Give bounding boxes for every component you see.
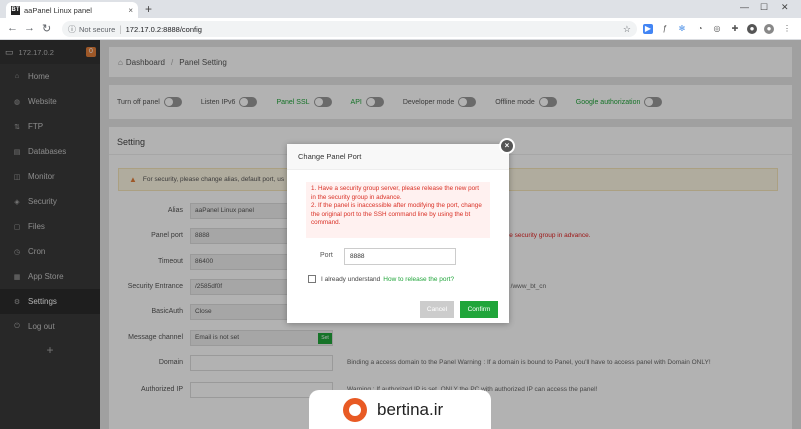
browser-tab-bar: BT aaPanel Linux panel × + — ☐ ✕ (0, 0, 801, 18)
dialog-warning-text: 1. Have a security group server, please … (311, 185, 482, 227)
change-port-dialog: Change Panel Port × 1. Have a security g… (287, 138, 515, 323)
tab-close-icon[interactable]: × (128, 6, 133, 15)
dialog-warning: 1. Have a security group server, please … (306, 182, 490, 238)
extension-icon-1[interactable]: ▶ (643, 24, 653, 34)
understand-checkbox[interactable] (308, 275, 316, 283)
port-row: Port 8888 (287, 248, 509, 265)
not-secure-label: Not secure (79, 24, 116, 34)
browser-menu-icon[interactable]: ⋮ (782, 24, 792, 34)
release-port-link[interactable]: How to release the port? (383, 276, 454, 283)
omnibox-divider: | (119, 24, 122, 34)
close-window-icon[interactable]: ✕ (781, 2, 789, 13)
watermark-text: bertina.ir (377, 399, 444, 419)
confirm-button[interactable]: Confirm (460, 301, 498, 318)
profile-icon-2[interactable]: ● (764, 24, 774, 34)
reload-icon[interactable]: ↻ (42, 22, 51, 35)
tab-title: aaPanel Linux panel (24, 5, 92, 15)
watermark-banner: bertina.ir (309, 390, 491, 429)
port-label: Port (320, 252, 333, 259)
cancel-button[interactable]: Cancel (420, 301, 454, 318)
understand-row: I already understand How to release the … (308, 275, 454, 283)
new-tab-button[interactable]: + (145, 2, 152, 16)
info-icon[interactable]: ⓘ (68, 24, 76, 35)
extension-icon-5[interactable]: ◎ (712, 24, 722, 34)
forward-icon[interactable]: → (24, 22, 35, 34)
bertina-logo-icon (343, 397, 367, 422)
extension-icon-3[interactable]: ✻ (677, 24, 687, 34)
extension-icon-4[interactable]: ◔ (695, 24, 705, 34)
extensions-puzzle-icon[interactable]: ✚ (730, 24, 740, 34)
bt-favicon-icon: BT (11, 5, 20, 15)
port-input[interactable]: 8888 (344, 248, 456, 265)
dialog-close-icon[interactable]: × (499, 138, 515, 154)
omnibox[interactable]: ⓘ Not secure | 172.17.0.2:8888/config ☆ (62, 21, 637, 37)
browser-tab[interactable]: BT aaPanel Linux panel × (6, 2, 138, 18)
understand-label[interactable]: I already understand (321, 276, 380, 283)
minimize-icon[interactable]: — (740, 2, 749, 12)
back-icon[interactable]: ← (7, 22, 18, 34)
profile-avatar-icon[interactable]: ● (747, 24, 757, 34)
url-text[interactable]: 172.17.0.2:8888/config (126, 25, 623, 34)
extension-icon-2[interactable]: ƒ (660, 24, 670, 34)
maximize-icon[interactable]: ☐ (760, 2, 768, 13)
dialog-title: Change Panel Port (287, 144, 509, 170)
bookmark-star-icon[interactable]: ☆ (623, 24, 631, 35)
